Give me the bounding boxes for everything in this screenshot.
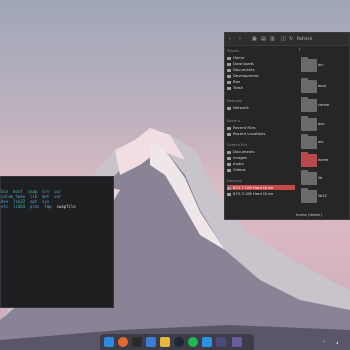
folder-cdrom[interactable]: cdrom <box>301 97 329 117</box>
desktop: bin boot snap srv usr cdrom home lib mnt… <box>0 0 350 350</box>
sidebar-item-trash[interactable]: Trash <box>227 85 295 90</box>
firefox-icon[interactable] <box>118 337 128 347</box>
sidebar-item-recent-files[interactable]: Recent Files <box>227 125 295 130</box>
folder-icon <box>301 97 317 112</box>
refresh-icon[interactable]: ↻ <box>289 35 293 43</box>
terminal-line: etc lib64 proc tmp swapfile <box>1 204 76 209</box>
folder-icon <box>301 170 317 185</box>
folder-bin[interactable]: bin <box>301 57 324 77</box>
download-icon <box>227 62 231 66</box>
sidebar-item-drive-1[interactable]: 825.7 GiB Hard Drive <box>227 185 295 190</box>
sidebar-heading-remote: Remote <box>227 98 242 103</box>
video-icon <box>227 168 231 172</box>
chevron-left-icon[interactable]: ‹ <box>229 35 231 43</box>
clock-icon <box>227 132 231 136</box>
folder-icon <box>301 116 317 131</box>
mail-icon[interactable] <box>216 337 226 347</box>
sidebar-item-drive-2[interactable]: 870.3 GiB Hard Drive <box>227 191 295 196</box>
folder-icon <box>301 134 317 149</box>
grid-view-icon[interactable]: ▦ <box>252 35 257 43</box>
sidebar-item-downloads[interactable]: Downloads <box>227 61 295 66</box>
sidebar-item-development[interactable]: Development <box>227 73 295 78</box>
path-bar[interactable]: / <box>299 47 300 52</box>
drive-icon <box>227 192 231 196</box>
folder-icon <box>227 74 231 78</box>
chevron-right-icon[interactable]: › <box>239 35 241 43</box>
file-manager-toolbar: ‹ › ▦ ▤ ▥ ◫ ↻ Refresh <box>225 33 349 46</box>
tray-up-icon[interactable]: ⌃ <box>322 340 325 345</box>
sidebar-item-search-images[interactable]: Images <box>227 155 295 160</box>
image-icon <box>227 156 231 160</box>
document-icon <box>227 68 231 72</box>
thunderbird-icon[interactable] <box>160 337 170 347</box>
sidebar-item-search-videos[interactable]: Videos <box>227 167 295 172</box>
sidebar-heading-recent: Recent <box>227 118 241 123</box>
audio-icon <box>227 162 231 166</box>
folder-icon <box>227 80 231 84</box>
steam-icon[interactable] <box>174 337 184 347</box>
folder-lib32[interactable]: lib32 <box>301 188 327 208</box>
terminal-window[interactable]: bin boot snap srv usr cdrom home lib mnt… <box>0 176 114 308</box>
trash-icon <box>227 86 231 90</box>
folder-boot[interactable]: boot <box>301 78 326 98</box>
document-icon <box>227 150 231 154</box>
list-view-icon[interactable]: ▤ <box>261 35 266 43</box>
refresh-button[interactable]: Refresh <box>297 35 312 43</box>
sidebar-heading-search: Search For <box>227 142 248 147</box>
sidebar-item-search-audio[interactable]: Audio <box>227 161 295 166</box>
spotify-icon[interactable] <box>188 337 198 347</box>
status-bar: home (folder) <box>296 212 322 217</box>
app-icon[interactable] <box>232 337 242 347</box>
split-view-icon[interactable]: ◫ <box>281 35 286 43</box>
network-icon <box>227 106 231 110</box>
volume-icon[interactable]: ◂ <box>336 340 338 345</box>
columns-view-icon[interactable]: ▥ <box>270 35 275 43</box>
folder-icon <box>301 188 317 203</box>
sidebar-item-search-documents[interactable]: Documents <box>227 149 295 154</box>
sidebar-item-home[interactable]: Home <box>227 55 295 60</box>
clock-icon <box>227 126 231 130</box>
sidebar-item-documents[interactable]: Documents <box>227 67 295 72</box>
sidebar-heading-devices: Devices <box>227 178 242 183</box>
file-manager-window[interactable]: ‹ › ▦ ▤ ▥ ◫ ↻ Refresh Places Home Downlo… <box>224 32 350 220</box>
terminal-icon[interactable] <box>132 337 142 347</box>
folder-icon <box>301 57 317 72</box>
files-icon[interactable] <box>146 337 156 347</box>
finder-icon[interactable] <box>104 337 114 347</box>
vscode-icon[interactable] <box>202 337 212 347</box>
file-manager-sidebar: Places Home Downloads Documents Developm… <box>225 46 297 219</box>
folder-icon <box>301 78 317 93</box>
sidebar-item-network[interactable]: Network <box>227 105 295 110</box>
sidebar-item-recent-locations[interactable]: Recent Locations <box>227 131 295 136</box>
sidebar-heading-places: Places <box>227 48 240 53</box>
sidebar-item-box[interactable]: Box <box>227 79 295 84</box>
dock <box>100 334 254 350</box>
home-icon <box>227 56 231 60</box>
folder-icon <box>301 152 317 167</box>
drive-icon <box>227 186 231 190</box>
